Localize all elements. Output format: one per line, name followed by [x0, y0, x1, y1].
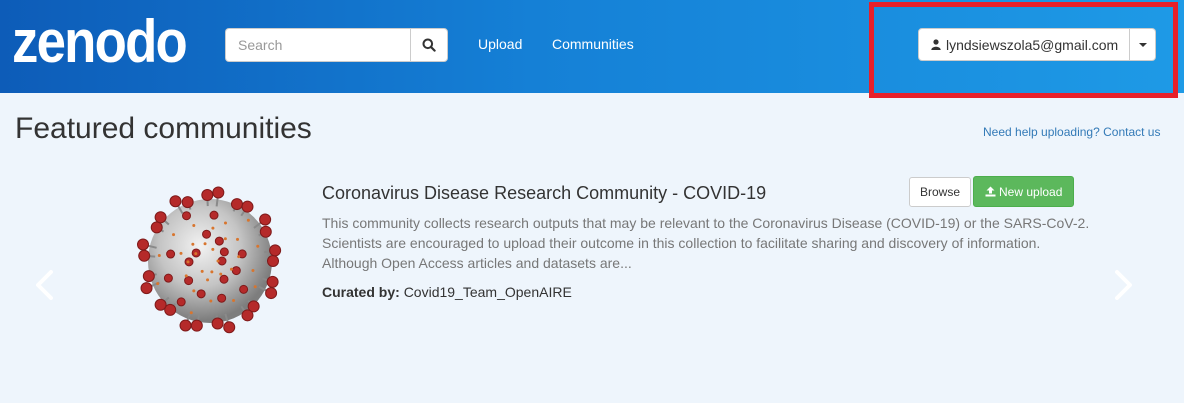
chevron-right-icon[interactable] [1111, 268, 1135, 302]
search-input[interactable] [225, 28, 410, 62]
zenodo-logo[interactable]: zenodo [12, 12, 188, 72]
search-button[interactable] [410, 28, 448, 62]
curated-by: Curated by: Covid19_Team_OpenAIRE [322, 284, 572, 300]
upload-icon [985, 186, 996, 197]
help-contact-link[interactable]: Need help uploading? Contact us [983, 125, 1160, 139]
nav-communities-link[interactable]: Communities [552, 36, 634, 52]
highlight-annotation [869, 2, 1178, 98]
page-title: Featured communities [15, 112, 312, 145]
community-logo-image[interactable] [126, 178, 294, 343]
new-upload-button[interactable]: New upload [973, 176, 1075, 207]
chevron-left-icon[interactable] [33, 268, 57, 302]
browse-button[interactable]: Browse [909, 177, 972, 207]
curator-name: Covid19_Team_OpenAIRE [403, 284, 572, 300]
curated-by-label: Curated by: [322, 284, 400, 300]
new-upload-label: New upload [999, 184, 1063, 199]
svg-text:zenodo: zenodo [12, 12, 186, 72]
nav-upload-link[interactable]: Upload [478, 36, 522, 52]
search-icon [422, 38, 436, 52]
community-title[interactable]: Coronavirus Disease Research Community -… [322, 183, 766, 204]
search-bar [225, 28, 448, 62]
community-description: This community collects research outputs… [322, 215, 1090, 271]
